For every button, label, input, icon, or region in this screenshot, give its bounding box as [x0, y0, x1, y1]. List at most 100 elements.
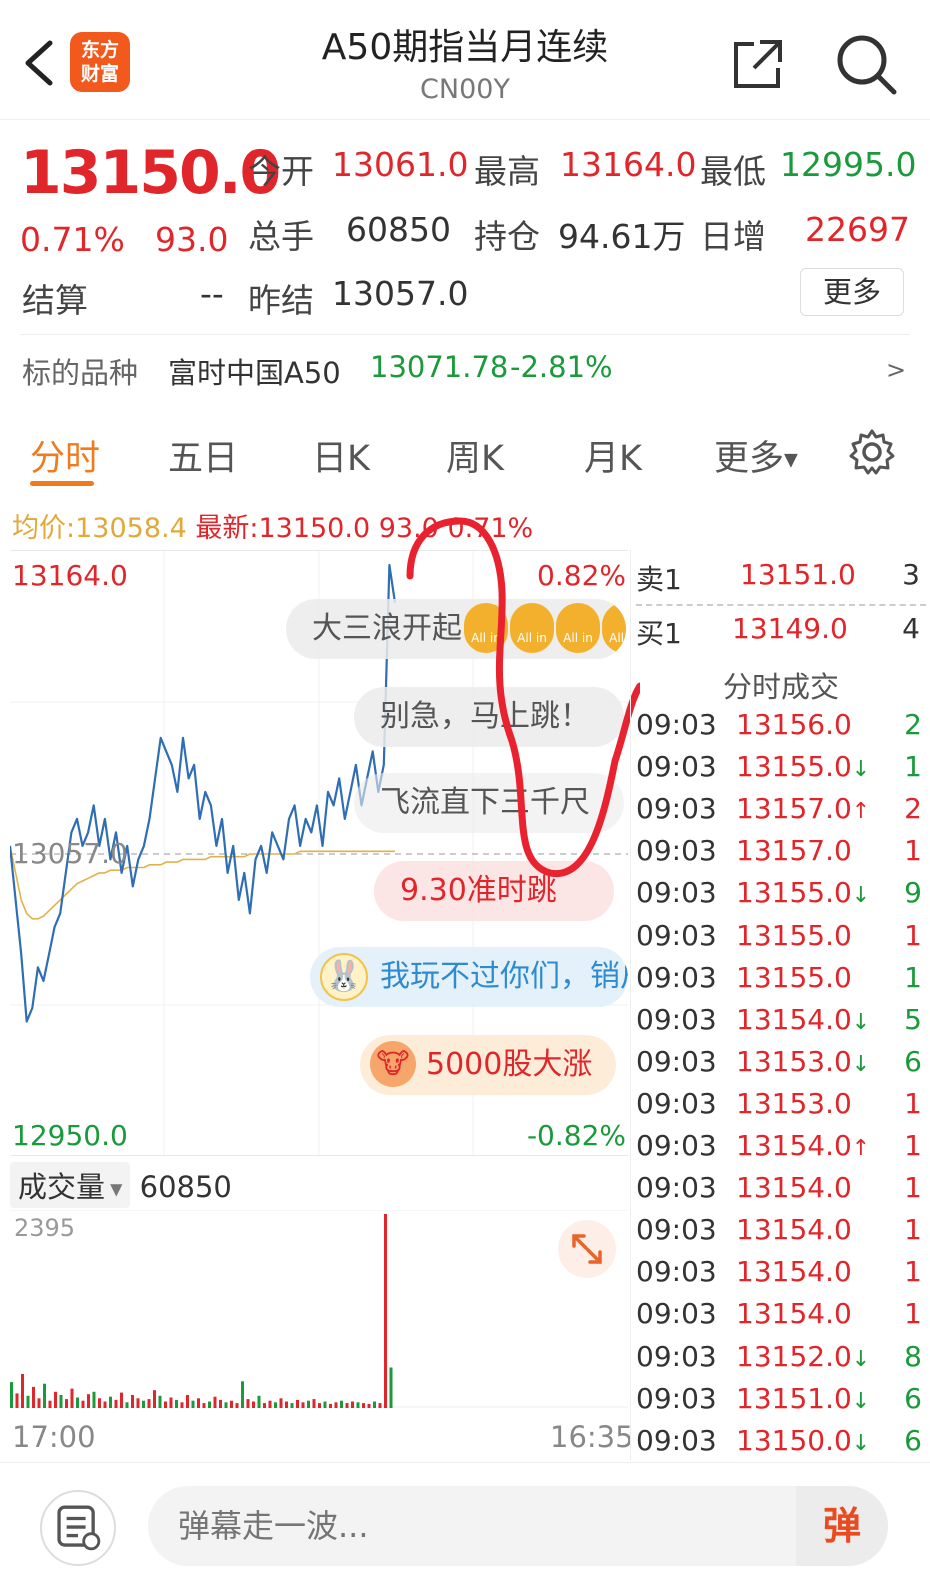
volume-bar: [191, 1400, 195, 1408]
instrument-code: CN00Y: [420, 74, 510, 105]
rabbit-avatar-icon: 🐰: [320, 953, 368, 1001]
settle-value: --: [200, 274, 224, 313]
trade-time: 09:03: [636, 1381, 717, 1415]
trade-qty: 1: [904, 960, 922, 994]
volume-bar: [54, 1391, 57, 1408]
trade-row: 09:03 13150.0↓ 6: [636, 1424, 930, 1466]
trade-direction-icon: ↑: [851, 1136, 871, 1161]
trade-price: 13155.0↓: [736, 750, 871, 784]
volume-bar: [10, 1382, 13, 1408]
bid-label: 买1: [636, 617, 682, 650]
volume-value: 60850: [346, 210, 451, 249]
ask-price: 13151.0: [740, 558, 856, 591]
trade-price: 13155.0↓: [736, 876, 871, 910]
volume-bar: [356, 1402, 360, 1408]
volume-bar: [120, 1392, 123, 1408]
settings-gear-icon[interactable]: [848, 428, 896, 476]
volume-chart[interactable]: 2395: [10, 1210, 628, 1408]
trade-row: 09:03 13154.0 1: [636, 1297, 930, 1339]
trade-row: 09:03 13155.0 1: [636, 919, 930, 961]
volume-bar: [367, 1403, 371, 1408]
bid-qty: 4: [902, 612, 920, 645]
volume-selector[interactable]: 成交量 ▼: [10, 1162, 131, 1208]
trade-time: 09:03: [636, 708, 717, 741]
volume-bar: [312, 1399, 316, 1408]
high-value: 13164.0: [560, 145, 697, 184]
chevron-right-icon[interactable]: >: [886, 356, 906, 384]
change-pct: 0.71%: [20, 220, 125, 259]
dropdown-caret-icon: ▼: [105, 1179, 123, 1199]
hand-drawn-annotation: [406, 517, 640, 878]
underlying-name: 富时中国A50: [168, 356, 341, 390]
volume-bar: [21, 1374, 24, 1408]
trade-price: 13150.0↓: [736, 1423, 871, 1457]
volume-bar: [213, 1396, 217, 1408]
volume-bar: [37, 1398, 41, 1408]
volume-bar: [296, 1399, 299, 1408]
volume-header[interactable]: 成交量 ▼ 60850: [10, 1162, 232, 1208]
volume-bar: [323, 1401, 327, 1408]
bid-row[interactable]: 买1 13149.0 4: [636, 612, 926, 662]
trade-row: 09:03 13154.0 1: [636, 1171, 930, 1213]
more-quote-button[interactable]: 更多: [800, 268, 904, 316]
open-label: 今开: [248, 152, 314, 191]
underlying-price: 13071.78: [370, 350, 509, 384]
prev-settle-value: 13057.0: [332, 274, 469, 313]
trade-price: 13155.0: [736, 918, 852, 952]
trade-qty: 1: [904, 834, 922, 868]
danmu-bubble[interactable]: 🐮 5000股大涨: [360, 1035, 616, 1095]
trade-price: 13157.0↑: [736, 792, 871, 826]
latest-label: 最新:: [195, 513, 259, 544]
trade-qty: 1: [904, 750, 922, 784]
danmu-bubble[interactable]: 🐰 我玩不过你们，销户: [310, 947, 628, 1007]
tab-more[interactable]: 更多▼: [714, 430, 798, 481]
volume-bar: [81, 1400, 85, 1408]
send-danmu-button[interactable]: 弹: [796, 1486, 888, 1566]
tab-monthly-k[interactable]: 月K: [584, 430, 642, 481]
volume-bar: [301, 1402, 305, 1408]
volume-bar: [103, 1401, 107, 1408]
danmu-list-icon[interactable]: [40, 1490, 116, 1566]
spread-divider: [636, 604, 926, 606]
ask-row[interactable]: 卖1 13151.0 3: [636, 558, 926, 608]
volume-max-label: 2395: [14, 1214, 76, 1242]
tab-five-day[interactable]: 五日: [168, 430, 238, 481]
volume-bar: [285, 1401, 288, 1408]
danmu-text: 5000股大涨: [426, 1047, 593, 1082]
trade-row: 09:03 13155.0 1: [636, 961, 930, 1003]
volume-bar: [274, 1402, 277, 1408]
volume-bar: [389, 1367, 393, 1408]
trade-price: 13154.0↑: [736, 1129, 871, 1162]
volume-bar: [48, 1400, 52, 1408]
tab-weekly-k[interactable]: 周K: [446, 430, 504, 481]
danmu-input[interactable]: [178, 1486, 778, 1566]
tab-more-label: 更多: [714, 439, 785, 479]
low-label: 最低: [700, 152, 766, 191]
volume-bar: [15, 1393, 19, 1408]
volume-bar: [131, 1395, 134, 1408]
volume-bar: [87, 1394, 90, 1408]
trade-qty: 1: [904, 1213, 922, 1247]
tab-intraday[interactable]: 分时: [30, 430, 100, 481]
intraday-chart[interactable]: 13164.0 0.82% 13057.0 12950.0 -0.82% 大三浪…: [10, 517, 640, 1157]
x-end-label: 16:35: [550, 1420, 634, 1454]
trade-time: 09:03: [636, 1297, 717, 1331]
trade-row: 09:03 13154.0 1: [636, 1255, 930, 1297]
trade-qty: 8: [904, 1339, 922, 1373]
ask-label: 卖1: [636, 563, 682, 596]
trade-qty: 2: [904, 792, 922, 826]
danmu-input-container: [148, 1486, 888, 1566]
daily-increase-label: 日增: [700, 217, 766, 256]
search-icon[interactable]: [834, 32, 898, 96]
volume-label: 总手: [248, 217, 314, 256]
trade-price: 13157.0: [736, 834, 852, 868]
trade-row: 09:03 13151.0↓ 6: [636, 1382, 930, 1424]
tab-daily-k[interactable]: 日K: [312, 430, 370, 481]
volume-bar: [114, 1399, 118, 1408]
expand-icon[interactable]: [558, 1220, 616, 1278]
settle-label: 结算: [22, 281, 88, 320]
trade-price: 13154.0: [736, 1171, 852, 1205]
page-title: A50期指当月连续: [321, 27, 609, 68]
share-icon[interactable]: [730, 36, 786, 92]
trade-direction-icon: ↑: [851, 799, 871, 825]
